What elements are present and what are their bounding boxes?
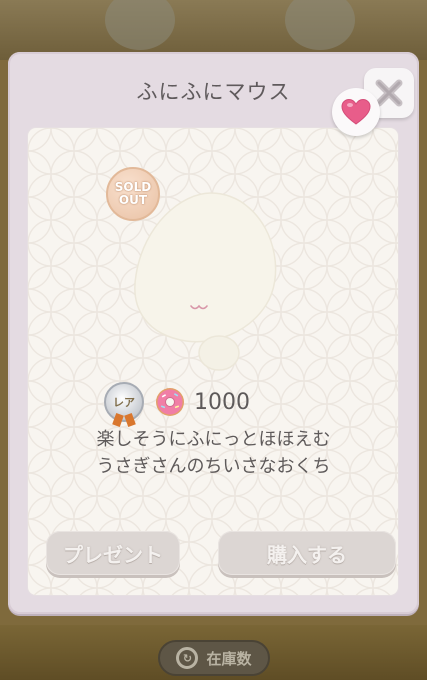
rarity-badge: レア (104, 382, 144, 428)
present-button[interactable]: プレゼント (46, 531, 180, 575)
price-value: 1000 (194, 389, 250, 415)
price-row: レア 1000 (104, 382, 250, 428)
buy-button[interactable]: 購入する (218, 531, 396, 575)
item-description: 楽しそうにふにっとほほえむ うさぎさんのちいさなおくち (8, 426, 419, 480)
refresh-icon: ↻ (176, 647, 199, 669)
description-line-2: うさぎさんのちいさなおくち (96, 456, 331, 477)
background-header (0, 0, 427, 60)
heart-icon (341, 98, 371, 125)
donut-icon (156, 388, 184, 416)
description-line-1: 楽しそうにふにっとほほえむ (96, 429, 331, 450)
mouth-item-image (134, 192, 277, 371)
favorite-button[interactable] (332, 88, 380, 136)
rarity-label: レア (113, 396, 135, 409)
stock-button[interactable]: ↻ 在庫数 (158, 640, 270, 676)
stock-label: 在庫数 (206, 649, 252, 668)
